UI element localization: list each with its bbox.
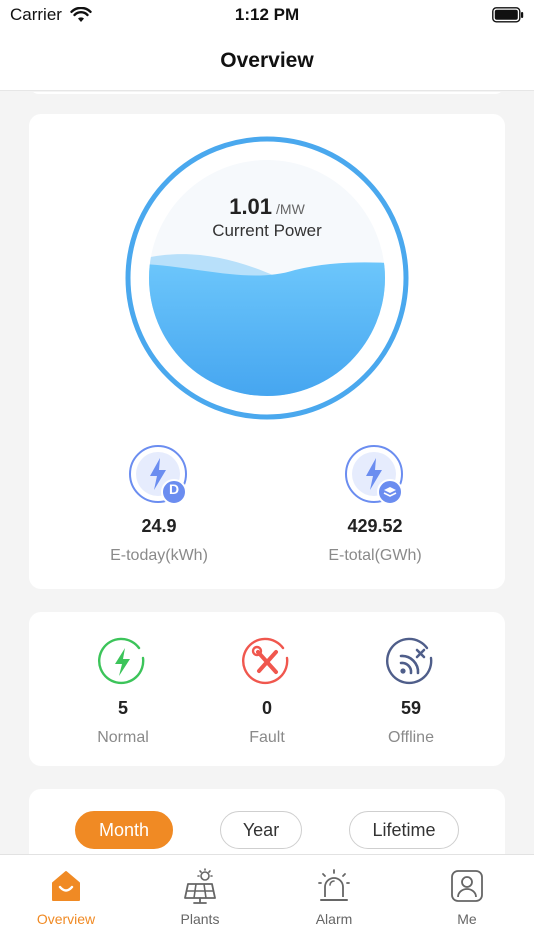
normal-label: Normal <box>97 729 149 746</box>
energy-chart-card: Month Year Lifetime <box>29 789 505 854</box>
offline-label: Offline <box>388 729 434 746</box>
e-total-value: 429.52 <box>347 516 403 536</box>
tab-overview[interactable]: Overview <box>16 867 116 927</box>
user-icon <box>448 867 486 905</box>
current-power-label: Current Power <box>212 221 322 240</box>
offline-count: 59 <box>400 698 422 718</box>
offline-signal-icon <box>385 636 437 688</box>
device-status-card: 5 Normal 0 Fault 59 Offline <box>29 612 505 766</box>
lightning-total-icon <box>344 444 406 506</box>
tab-plants[interactable]: Plants <box>150 867 250 927</box>
e-total-stat: 429.52 E-total(GWh) <box>285 444 465 565</box>
page-title: Overview <box>220 49 314 72</box>
power-value: 1.01 <box>229 194 273 219</box>
normal-lightning-icon <box>97 636 149 688</box>
fault-count: 0 <box>261 698 272 718</box>
tab-me[interactable]: Me <box>417 867 517 927</box>
lightning-today-icon: D <box>128 444 190 506</box>
previous-card-edge <box>29 92 505 94</box>
navigation-bar: Overview <box>0 32 534 91</box>
status-fault[interactable]: 0 Fault <box>207 636 327 747</box>
daily-badge: D <box>168 481 180 497</box>
tab-alarm[interactable]: Alarm <box>284 867 384 927</box>
status-normal[interactable]: 5 Normal <box>63 636 183 747</box>
tab-me-label: Me <box>457 911 477 927</box>
power-unit: /MW <box>276 201 305 217</box>
tab-alarm-label: Alarm <box>315 911 353 927</box>
bottom-tab-bar: Overview Plants Alarm Me <box>0 854 534 950</box>
battery-icon <box>492 7 524 23</box>
power-gauge <box>125 136 409 420</box>
home-icon <box>47 867 85 905</box>
overview-content[interactable]: 1.01/MW Current Power D 24.9 E-today(kWh… <box>0 92 534 854</box>
tab-overview-label: Overview <box>36 911 96 927</box>
e-today-label: E-today(kWh) <box>110 547 208 564</box>
fault-tools-icon <box>241 636 293 688</box>
e-today-stat: D 24.9 E-today(kWh) <box>69 444 249 565</box>
fault-label: Fault <box>249 729 285 746</box>
tab-month[interactable]: Month <box>75 811 173 849</box>
solar-panel-icon <box>181 867 219 905</box>
e-today-value: 24.9 <box>141 516 177 536</box>
e-total-label: E-total(GWh) <box>328 547 422 564</box>
normal-count: 5 <box>117 698 128 718</box>
current-power-value: 1.01/MW <box>29 194 505 220</box>
tab-year[interactable]: Year <box>220 811 302 849</box>
alarm-siren-icon <box>315 867 353 905</box>
current-power-card: 1.01/MW Current Power D 24.9 E-today(kWh… <box>29 114 505 589</box>
status-bar: Carrier 1:12 PM <box>0 0 534 32</box>
tab-lifetime[interactable]: Lifetime <box>349 811 459 849</box>
status-offline[interactable]: 59 Offline <box>351 636 471 747</box>
clock: 1:12 PM <box>234 5 300 24</box>
tab-plants-label: Plants <box>180 911 220 927</box>
